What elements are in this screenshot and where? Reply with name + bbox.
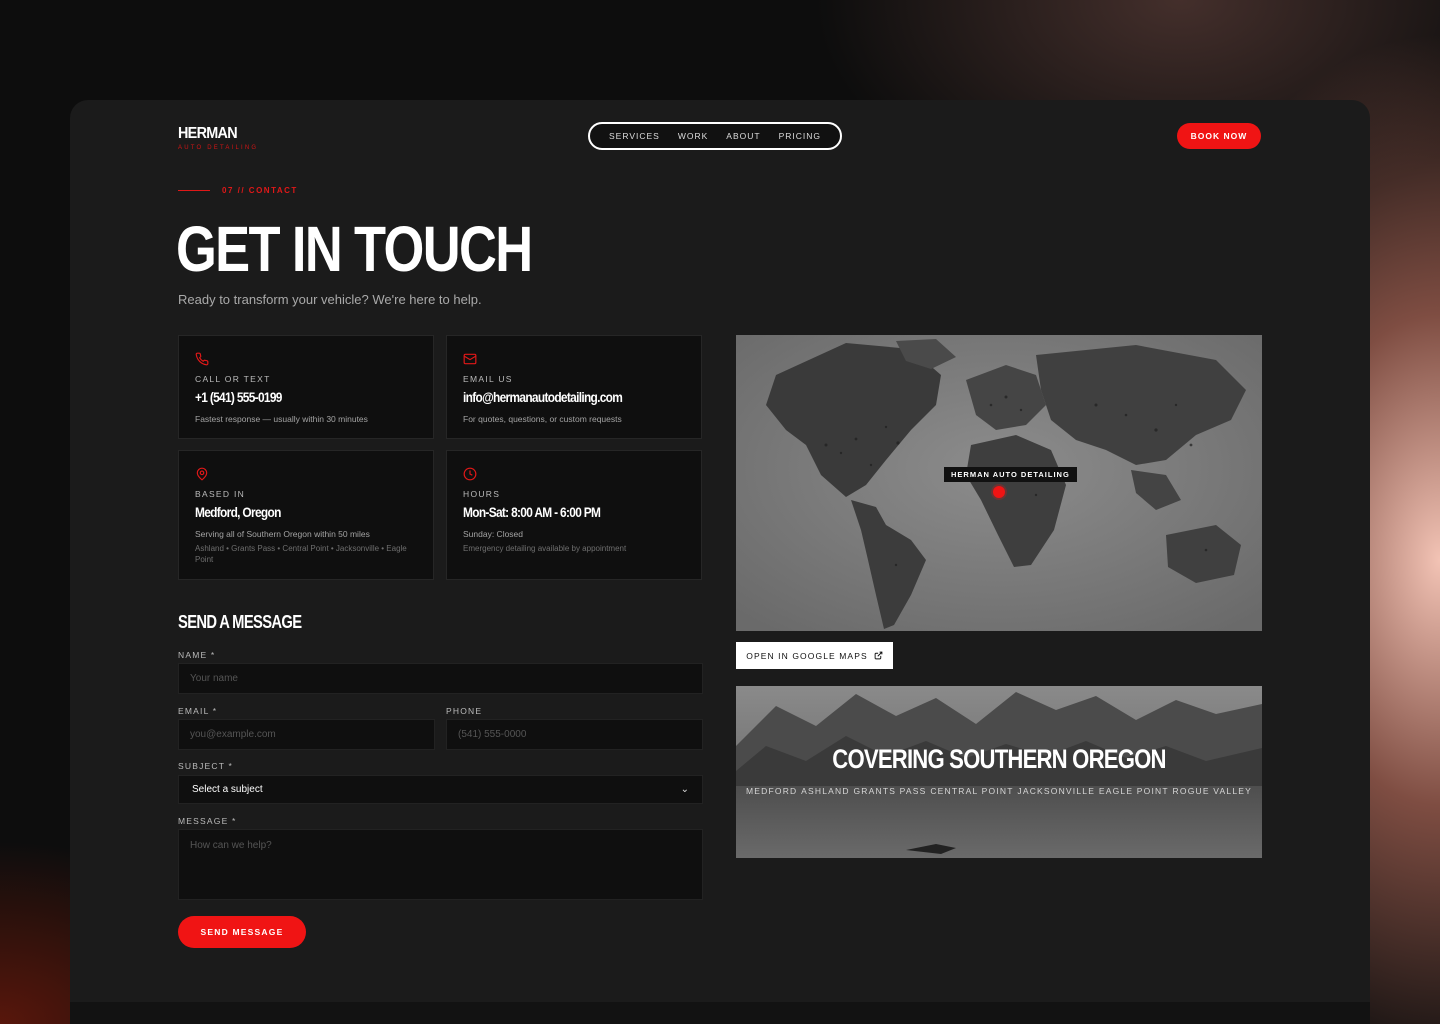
town-ashland: ASHLAND bbox=[801, 786, 850, 796]
map-pin-marker[interactable] bbox=[993, 486, 1005, 498]
form-title: SEND A MESSAGE bbox=[178, 612, 302, 632]
clock-icon bbox=[463, 467, 477, 481]
card-label: CALL OR TEXT bbox=[195, 374, 271, 384]
card-note-secondary: Ashland • Grants Pass • Central Point • … bbox=[195, 544, 407, 564]
send-message-button[interactable]: SEND MESSAGE bbox=[178, 916, 306, 948]
nav-item-work[interactable]: WORK bbox=[678, 131, 708, 141]
mail-icon bbox=[463, 353, 477, 365]
chevron-down-icon: ⌄ bbox=[680, 784, 689, 795]
book-now-button[interactable]: BOOK NOW bbox=[1177, 123, 1261, 149]
town-jacksonville: JACKSONVILLE bbox=[1017, 786, 1096, 796]
world-map-image bbox=[736, 335, 1262, 631]
region-towns-list: MEDFORD ASHLAND GRANTS PASS CENTRAL POIN… bbox=[746, 786, 1252, 796]
brand-logo[interactable]: HERMAN AUTO DETAILING bbox=[178, 125, 258, 151]
eyebrow-text: 07 // CONTACT bbox=[222, 186, 298, 195]
section-eyebrow: 07 // CONTACT bbox=[178, 186, 298, 195]
open-maps-label: OPEN IN GOOGLE MAPS bbox=[746, 650, 868, 661]
card-label: BASED IN bbox=[195, 489, 246, 499]
town-rogue-valley: ROGUE VALLEY bbox=[1172, 786, 1252, 796]
phone-label: PHONE bbox=[446, 706, 483, 716]
card-value: Medford, Oregon bbox=[195, 504, 281, 520]
email-input[interactable] bbox=[178, 719, 435, 750]
subject-label: SUBJECT * bbox=[178, 761, 234, 771]
subject-select[interactable]: Select a subject ⌄ bbox=[178, 775, 703, 804]
contact-card-phone[interactable]: CALL OR TEXT +1 (541) 555-0199 Fastest r… bbox=[178, 335, 434, 439]
page-title: GET IN TOUCH bbox=[176, 213, 533, 285]
map-pin-label: HERMAN AUTO DETAILING bbox=[944, 467, 1077, 482]
contact-card-location: BASED IN Medford, Oregon Serving all of … bbox=[178, 450, 434, 580]
phone-icon bbox=[195, 352, 209, 366]
message-textarea[interactable] bbox=[178, 829, 703, 900]
town-medford: MEDFORD bbox=[746, 786, 798, 796]
main-nav: SERVICES WORK ABOUT PRICING bbox=[588, 122, 842, 150]
page-subtitle: Ready to transform your vehicle? We're h… bbox=[178, 292, 482, 307]
card-note: For quotes, questions, or custom request… bbox=[463, 414, 622, 424]
nav-item-pricing[interactable]: PRICING bbox=[779, 131, 821, 141]
nav-item-services[interactable]: SERVICES bbox=[609, 131, 660, 141]
card-value: Mon-Sat: 8:00 AM - 6:00 PM bbox=[463, 504, 601, 520]
brand-tagline: AUTO DETAILING bbox=[178, 145, 259, 151]
phone-input[interactable] bbox=[446, 719, 703, 750]
brand-name: HERMAN bbox=[178, 125, 238, 142]
card-value: +1 (541) 555-0199 bbox=[195, 389, 282, 405]
town-grants-pass: GRANTS PASS bbox=[853, 786, 927, 796]
name-label: NAME * bbox=[178, 650, 216, 660]
card-value: info@hermanautodetailing.com bbox=[463, 389, 623, 405]
world-map[interactable] bbox=[736, 335, 1262, 631]
region-title: COVERING SOUTHERN OREGON bbox=[832, 744, 1166, 774]
subject-selected-value: Select a subject bbox=[192, 784, 263, 795]
contact-card-email[interactable]: EMAIL US info@hermanautodetailing.com Fo… bbox=[446, 335, 702, 439]
nav-item-about[interactable]: ABOUT bbox=[726, 131, 760, 141]
contact-card-hours: HOURS Mon-Sat: 8:00 AM - 6:00 PM Sunday:… bbox=[446, 450, 702, 580]
external-link-icon bbox=[874, 651, 883, 660]
card-note: Fastest response — usually within 30 min… bbox=[195, 414, 368, 424]
town-central-point: CENTRAL POINT bbox=[930, 786, 1014, 796]
town-eagle-point: EAGLE POINT bbox=[1098, 786, 1169, 796]
card-label: EMAIL US bbox=[463, 374, 513, 384]
footer-strip bbox=[70, 1002, 1370, 1024]
card-note: Sunday: Closed bbox=[463, 529, 524, 539]
name-input[interactable] bbox=[178, 663, 703, 694]
card-label: HOURS bbox=[463, 489, 501, 499]
map-pin-icon bbox=[196, 467, 208, 481]
card-note: Serving all of Southern Oregon within 50… bbox=[195, 529, 370, 539]
email-label: EMAIL * bbox=[178, 706, 218, 716]
open-google-maps-button[interactable]: OPEN IN GOOGLE MAPS bbox=[736, 642, 893, 669]
message-label: MESSAGE * bbox=[178, 816, 237, 826]
contact-page-panel: HERMAN AUTO DETAILING SERVICES WORK ABOU… bbox=[70, 100, 1370, 1024]
eyebrow-line bbox=[178, 190, 210, 191]
card-note-secondary: Emergency detailing available by appoint… bbox=[463, 544, 627, 553]
